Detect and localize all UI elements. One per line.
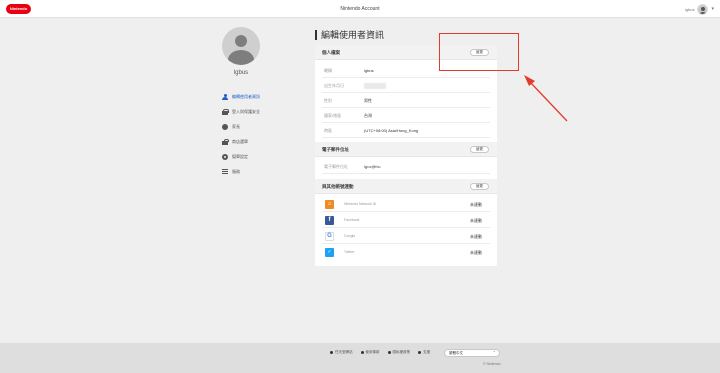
row-value: lgbus bbox=[364, 68, 374, 73]
kids-icon bbox=[222, 123, 228, 130]
sidebar-item-label: 家長 bbox=[232, 123, 240, 129]
bullet-icon bbox=[360, 351, 364, 354]
linked-edit-button[interactable]: 變更 bbox=[470, 183, 489, 190]
service-status: 未連動 bbox=[470, 202, 482, 207]
list-icon bbox=[222, 169, 228, 175]
service-status: 未連動 bbox=[470, 218, 482, 223]
email-section-header: 電子郵件位址 變更 bbox=[315, 142, 497, 157]
linked-section-title: 與其他帳號連動 bbox=[322, 184, 354, 189]
service-name: Twitter bbox=[344, 250, 355, 254]
email-edit-button[interactable]: 變更 bbox=[470, 146, 489, 153]
sidebar-item-edit-user-info[interactable]: 編輯使用者資訊 bbox=[222, 89, 312, 104]
profile-row-timezone: 時區 (UTC+08:00) Asia/Hong_Kong bbox=[322, 123, 490, 138]
footer-link-label: 支援 bbox=[423, 350, 430, 354]
sidebar-item-label: 商店選單 bbox=[232, 138, 248, 144]
row-label: 時區 bbox=[324, 128, 332, 133]
sidebar-item-parental[interactable]: 家長 bbox=[222, 119, 312, 134]
footer: 任天堂網站 使用條款 隱私權政策 支援 繁體中文 ⌃ © Nintendo bbox=[0, 343, 720, 373]
linked-row-nintendo-network: ⌂ Nintendo Network ID 未連動 bbox=[322, 197, 490, 212]
service-name: Nintendo Network ID bbox=[344, 202, 377, 206]
redacted-value bbox=[364, 82, 386, 89]
footer-link-label: 隱私權政策 bbox=[392, 350, 411, 354]
chevron-up-down-icon: ⌃ bbox=[492, 350, 496, 355]
nintendo-network-icon: ⌂ bbox=[325, 200, 334, 209]
linked-row-google: G Google 未連動 bbox=[322, 229, 490, 244]
gear-icon bbox=[222, 153, 228, 160]
footer-link-privacy[interactable]: 隱私權政策 bbox=[387, 350, 411, 355]
sidebar-item-shop[interactable]: 商店選單 bbox=[222, 134, 312, 149]
sidebar-item-label: 登入與保護安全 bbox=[232, 108, 260, 114]
linked-section-header: 與其他帳號連動 變更 bbox=[315, 179, 497, 194]
linked-row-twitter: ✓ Twitter 未連動 bbox=[322, 245, 490, 260]
language-select[interactable]: 繁體中文 ⌃ bbox=[444, 349, 500, 357]
row-label: 出生年月日 bbox=[324, 83, 344, 88]
row-value-redacted bbox=[364, 78, 386, 93]
footer-link-label: 任天堂網站 bbox=[335, 350, 353, 354]
header-title: Nintendo Account bbox=[340, 6, 380, 12]
sidebar-item-services[interactable]: 服務 bbox=[222, 164, 312, 179]
row-label: 國家/地區 bbox=[324, 113, 342, 118]
lock-icon bbox=[222, 108, 229, 115]
row-label: 性別 bbox=[324, 98, 332, 103]
top-header: Nintendo Nintendo Account lgbus ▾ bbox=[0, 0, 720, 18]
footer-link-support[interactable]: 支援 bbox=[418, 350, 430, 355]
profile-row-country: 國家/地區 台灣 bbox=[322, 108, 490, 123]
footer-link-nintendo-site[interactable]: 任天堂網站 bbox=[330, 350, 353, 355]
chevron-down-icon[interactable]: ▾ bbox=[711, 6, 714, 12]
service-status: 未連動 bbox=[470, 250, 482, 255]
page-title: 編輯使用者資訊 bbox=[315, 30, 384, 40]
row-value: lg•••@f••• bbox=[364, 164, 381, 169]
profile-row-gender: 性別 男性 bbox=[322, 93, 490, 108]
sidebar-nav: 編輯使用者資訊 登入與保護安全 家長 商店選單 擬單設定 服務 bbox=[222, 89, 312, 179]
shop-icon bbox=[222, 138, 229, 145]
bullet-icon bbox=[418, 351, 421, 354]
row-label: 暱稱 bbox=[324, 68, 332, 73]
header-avatar[interactable] bbox=[697, 3, 709, 15]
row-label: 電子郵件位址 bbox=[324, 164, 348, 169]
annotation-highlight-box bbox=[439, 33, 519, 71]
user-info-card: 個人檔案 變更 暱稱 lgbus 出生年月日 性別 男性 國家/地區 台灣 時區… bbox=[315, 45, 497, 266]
footer-link-terms[interactable]: 使用條款 bbox=[360, 350, 380, 355]
sidebar-item-settings[interactable]: 擬單設定 bbox=[222, 149, 312, 164]
service-name: Google bbox=[344, 234, 356, 238]
profile-avatar bbox=[222, 27, 260, 65]
user-menu[interactable]: lgbus ▾ bbox=[685, 3, 714, 15]
sidebar-item-label: 服務 bbox=[232, 168, 240, 174]
google-icon: G bbox=[325, 232, 334, 241]
service-status: 未連動 bbox=[470, 234, 482, 239]
footer-link-label: 使用條款 bbox=[365, 350, 380, 354]
header-user-name: lgbus bbox=[684, 6, 695, 12]
row-value: 男性 bbox=[364, 98, 372, 103]
row-value: (UTC+08:00) Asia/Hong_Kong bbox=[364, 128, 419, 133]
email-section-title: 電子郵件位址 bbox=[322, 147, 349, 152]
facebook-icon: f bbox=[325, 216, 334, 225]
email-row: 電子郵件位址 lg•••@f••• bbox=[322, 159, 490, 174]
profile-section-title: 個人檔案 bbox=[322, 50, 340, 55]
row-value: 台灣 bbox=[364, 113, 372, 118]
linked-row-facebook: f Facebook 未連動 bbox=[322, 213, 490, 228]
copyright: © Nintendo bbox=[483, 362, 501, 366]
service-name: Facebook bbox=[344, 218, 360, 222]
sidebar-item-label: 編輯使用者資訊 bbox=[232, 93, 260, 99]
bullet-icon bbox=[330, 351, 333, 354]
profile-row-birthday: 出生年月日 bbox=[322, 78, 490, 93]
language-value: 繁體中文 bbox=[449, 351, 463, 355]
sidebar-username: lgbus bbox=[233, 70, 249, 76]
bullet-icon bbox=[387, 351, 391, 354]
footer-links: 任天堂網站 使用條款 隱私權政策 支援 bbox=[330, 350, 430, 355]
sidebar-item-security[interactable]: 登入與保護安全 bbox=[222, 104, 312, 119]
person-icon bbox=[222, 93, 228, 100]
sidebar-item-label: 擬單設定 bbox=[232, 153, 248, 159]
twitter-icon: ✓ bbox=[325, 248, 334, 257]
